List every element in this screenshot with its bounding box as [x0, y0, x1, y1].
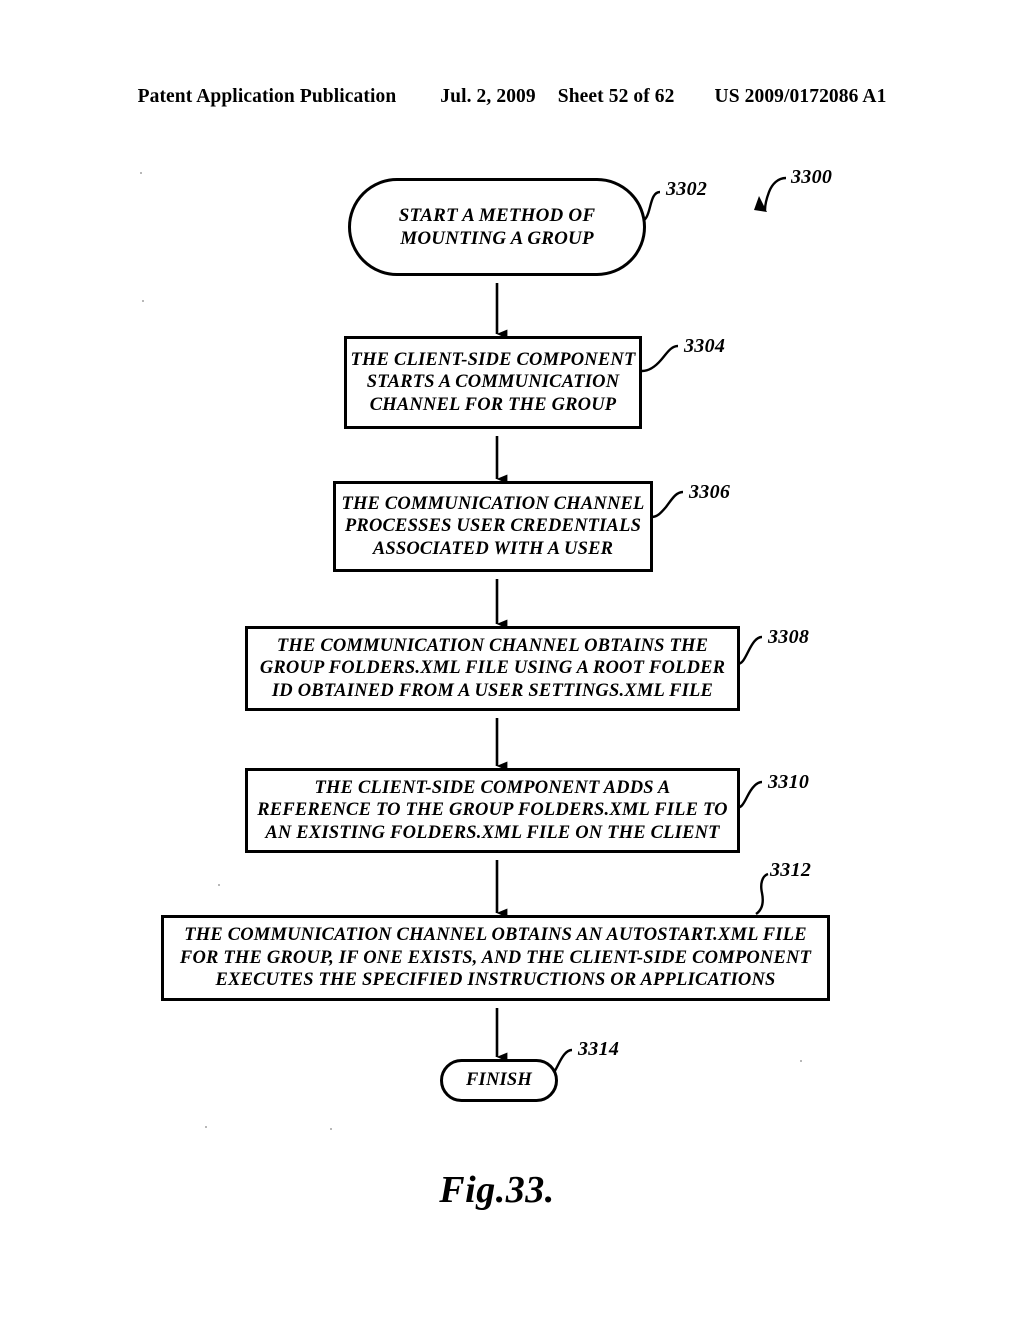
leader-3300 — [754, 176, 787, 213]
figure-caption: Fig.33. — [0, 1168, 1024, 1212]
flow-node-3308[interactable]: THE COMMUNICATION CHANNEL OBTAINS THE GR… — [245, 626, 744, 715]
flow-node-line: THE CLIENT-SIDE COMPONENT — [350, 349, 636, 370]
scan-speckle — [140, 172, 142, 174]
figure-caption-text: Fig.33. — [439, 1169, 555, 1211]
flow-node-line: CHANNEL FOR THE GROUP — [369, 394, 617, 415]
flow-node-line: THE CLIENT-SIDE COMPONENT ADDS A — [314, 777, 671, 798]
reference-numeral-3304: 3304 — [684, 335, 726, 357]
flow-node-line: EXECUTES THE SPECIFIED INSTRUCTIONS OR A… — [215, 970, 776, 991]
flow-node-line: MOUNTING A GROUP — [400, 228, 594, 249]
flow-node-3310[interactable]: THE CLIENT-SIDE COMPONENT ADDS A REFEREN… — [245, 768, 744, 857]
flow-node-line: REFERENCE TO THE GROUP FOLDERS.XML FILE … — [257, 800, 728, 821]
reference-numeral-3300: 3300 — [791, 166, 833, 188]
flow-node-line: FOR THE GROUP, IF ONE EXISTS, AND THE CL… — [179, 947, 812, 968]
scan-speckle — [330, 1128, 332, 1130]
reference-numeral-3302: 3302 — [666, 178, 708, 200]
flow-node-3304[interactable]: THE CLIENT-SIDE COMPONENT STARTS A COMMU… — [344, 336, 646, 433]
scan-speckle — [218, 884, 220, 886]
flow-node-line: THE COMMUNICATION CHANNEL OBTAINS AN AUT… — [184, 925, 807, 946]
scan-speckle — [205, 1126, 207, 1128]
flow-node-line: ID OBTAINED FROM A USER SETTINGS.XML FIL… — [271, 680, 714, 701]
flow-node-line: START A METHOD OF — [398, 204, 596, 226]
reference-numeral-3312: 3312 — [770, 859, 812, 881]
reference-numeral-3314: 3314 — [578, 1038, 620, 1060]
flow-node-line: AN EXISTING FOLDERS.XML FILE ON THE CLIE… — [265, 822, 720, 843]
flow-node-3306[interactable]: THE COMMUNICATION CHANNEL PROCESSES USER… — [333, 481, 657, 576]
flow-node-start-3302[interactable]: START A METHOD OF MOUNTING A GROUP — [348, 178, 650, 280]
leader-3312 — [755, 872, 769, 915]
flow-node-line: STARTS A COMMUNICATION — [366, 372, 620, 393]
leader-3306 — [650, 490, 684, 519]
flow-node-line: PROCESSES USER CREDENTIALS — [344, 516, 642, 537]
flow-node-line: ASSOCIATED WITH A USER — [372, 538, 614, 559]
flow-node-finish-3314[interactable]: FINISH — [440, 1059, 562, 1106]
flow-node-line: FINISH — [466, 1070, 532, 1091]
flow-node-line: THE COMMUNICATION CHANNEL OBTAINS THE — [276, 635, 709, 656]
reference-numeral-3306: 3306 — [689, 481, 731, 503]
scan-speckle — [142, 300, 144, 302]
flowchart: START A METHOD OF MOUNTING A GROUP THE C… — [0, 0, 1024, 1320]
reference-numeral-3308: 3308 — [768, 626, 810, 648]
flow-node-line: GROUP FOLDERS.XML FILE USING A ROOT FOLD… — [259, 658, 726, 679]
flow-node-3312[interactable]: THE COMMUNICATION CHANNEL OBTAINS AN AUT… — [161, 915, 834, 1005]
scan-speckle — [800, 1060, 802, 1062]
reference-numeral-3310: 3310 — [768, 771, 810, 793]
flow-node-line: THE COMMUNICATION CHANNEL — [341, 493, 645, 514]
leader-3308 — [736, 635, 763, 666]
leader-3304 — [641, 344, 679, 373]
